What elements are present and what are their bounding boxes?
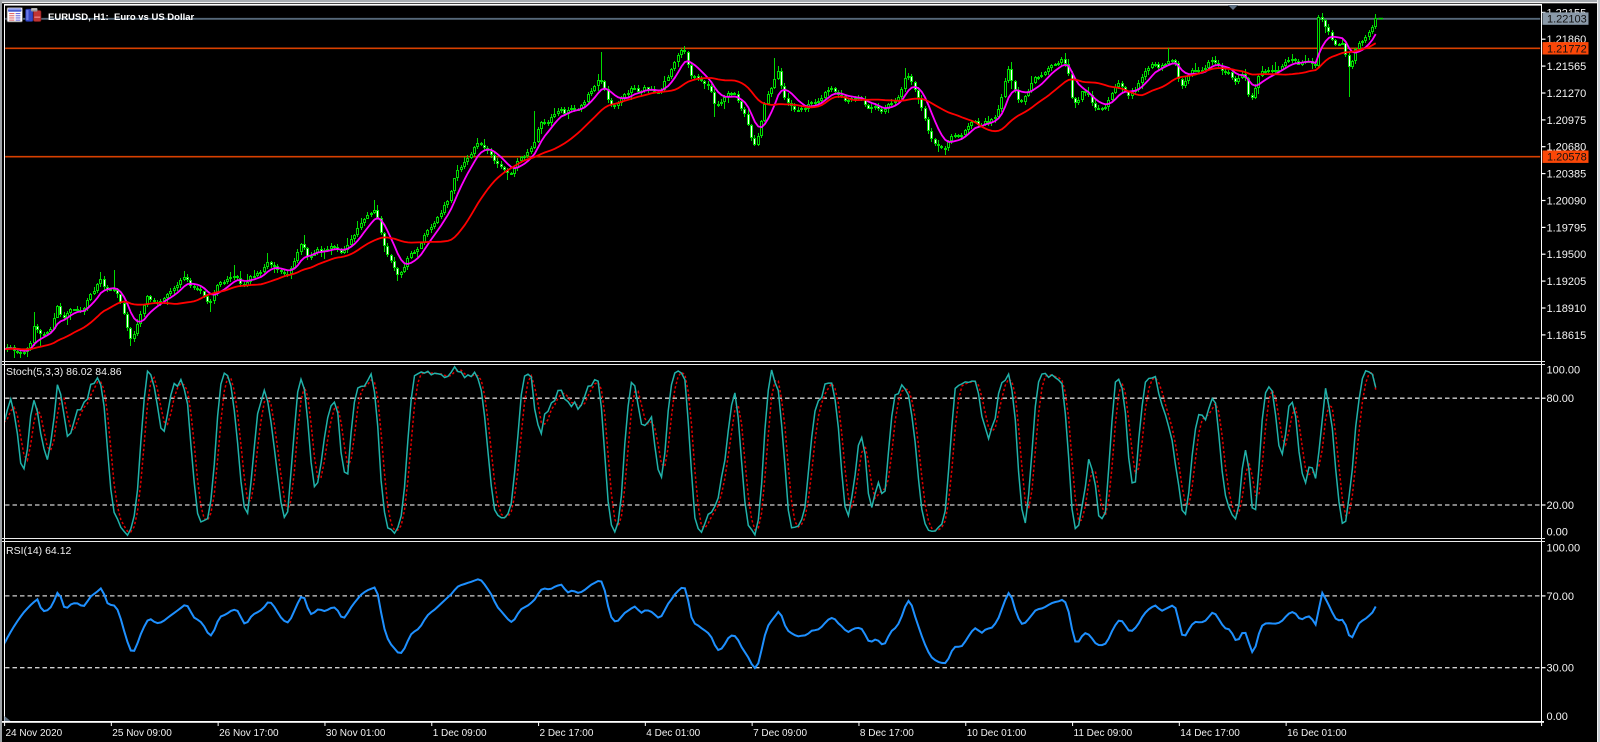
- svg-text:1.18615: 1.18615: [1547, 330, 1587, 342]
- svg-text:26 Nov 17:00: 26 Nov 17:00: [219, 728, 279, 739]
- svg-text:70.00: 70.00: [1547, 591, 1575, 603]
- svg-text:1.20385: 1.20385: [1547, 169, 1587, 181]
- svg-text:0.00: 0.00: [1547, 711, 1568, 723]
- svg-text:1.18910: 1.18910: [1547, 303, 1587, 315]
- svg-text:1.19205: 1.19205: [1547, 276, 1587, 288]
- svg-text:24 Nov 2020: 24 Nov 2020: [6, 728, 63, 739]
- svg-text:4 Dec 01:00: 4 Dec 01:00: [646, 728, 700, 739]
- svg-text:25 Nov 09:00: 25 Nov 09:00: [112, 728, 172, 739]
- svg-text:100.00: 100.00: [1547, 543, 1581, 555]
- svg-text:0.00: 0.00: [1547, 527, 1568, 539]
- svg-text:16 Dec 01:00: 16 Dec 01:00: [1287, 728, 1347, 739]
- svg-text:100.00: 100.00: [1547, 365, 1581, 377]
- svg-text:EURUSD, H1: Euro vs US Dollar: EURUSD, H1: Euro vs US Dollar: [48, 12, 195, 23]
- svg-text:20.00: 20.00: [1547, 500, 1575, 512]
- svg-text:10 Dec 01:00: 10 Dec 01:00: [967, 728, 1027, 739]
- svg-text:30 Nov 01:00: 30 Nov 01:00: [326, 728, 386, 739]
- svg-text:8 Dec 17:00: 8 Dec 17:00: [860, 728, 914, 739]
- svg-text:1 Dec 09:00: 1 Dec 09:00: [433, 728, 487, 739]
- svg-text:1.21565: 1.21565: [1547, 61, 1587, 73]
- svg-text:1.20578: 1.20578: [1547, 152, 1587, 164]
- svg-text:1.19500: 1.19500: [1547, 249, 1587, 261]
- svg-text:1.21270: 1.21270: [1547, 88, 1587, 100]
- svg-text:7 Dec 09:00: 7 Dec 09:00: [753, 728, 807, 739]
- svg-text:1.20090: 1.20090: [1547, 196, 1587, 208]
- svg-text:11 Dec 09:00: 11 Dec 09:00: [1074, 728, 1133, 739]
- svg-text:30.00: 30.00: [1547, 663, 1575, 675]
- svg-text:1.19795: 1.19795: [1547, 222, 1587, 234]
- svg-text:2 Dec 17:00: 2 Dec 17:00: [540, 728, 594, 739]
- svg-text:14 Dec 17:00: 14 Dec 17:00: [1180, 728, 1240, 739]
- svg-text:1.20975: 1.20975: [1547, 115, 1587, 127]
- svg-text:RSI(14) 64.12: RSI(14) 64.12: [6, 545, 72, 557]
- svg-text:Stoch(5,3,3) 86.02 84.86: Stoch(5,3,3) 86.02 84.86: [6, 366, 122, 378]
- svg-text:1.22103: 1.22103: [1547, 14, 1587, 26]
- svg-text:80.00: 80.00: [1547, 393, 1575, 405]
- svg-text:1.21772: 1.21772: [1547, 43, 1587, 55]
